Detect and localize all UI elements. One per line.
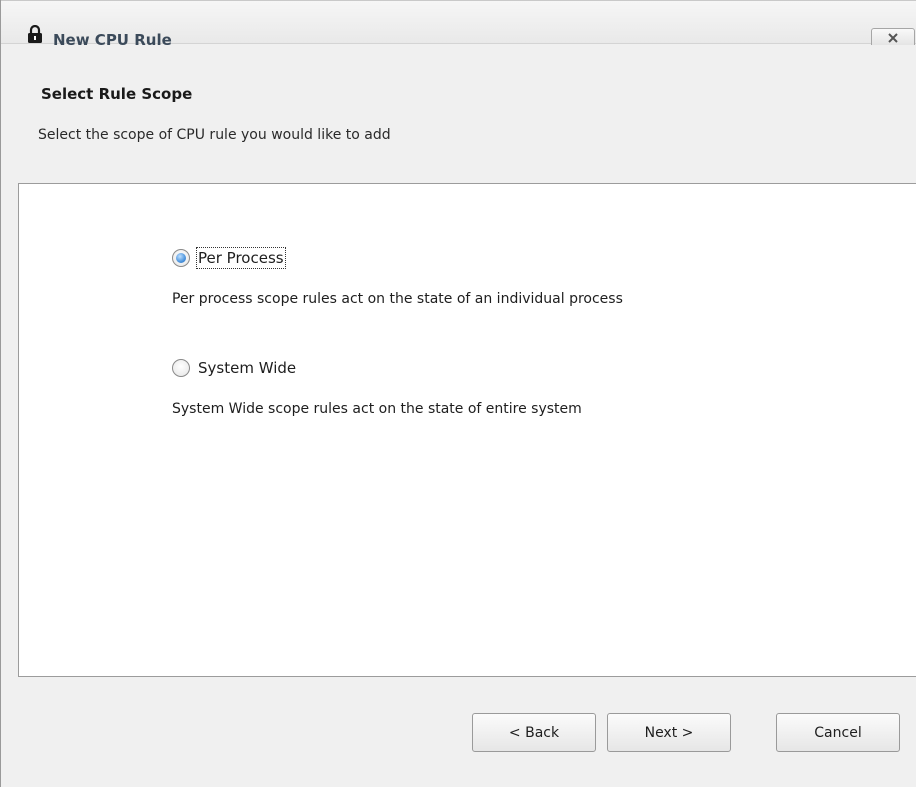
page-title: Select Rule Scope: [41, 85, 193, 103]
system-wide-description: System Wide scope rules act on the state…: [172, 401, 582, 417]
title-bar[interactable]: New CPU Rule: [1, 0, 916, 49]
dialog-window: New CPU Rule Select Rule Scope Select th…: [0, 0, 916, 787]
system-wide-radio[interactable]: System Wide: [172, 359, 296, 377]
back-button[interactable]: < Back: [472, 713, 596, 752]
per-process-label[interactable]: Per Process: [196, 247, 286, 269]
page-subtitle: Select the scope of CPU rule you would l…: [38, 127, 391, 143]
radio-button-selected[interactable]: [172, 249, 190, 267]
system-wide-label[interactable]: System Wide: [198, 359, 296, 377]
cancel-button[interactable]: Cancel: [776, 713, 900, 752]
radio-button-unselected[interactable]: [172, 359, 190, 377]
per-process-description: Per process scope rules act on the state…: [172, 291, 623, 307]
per-process-radio[interactable]: Per Process: [172, 247, 286, 269]
close-icon: [888, 33, 898, 43]
radio-dot: [176, 253, 186, 263]
content-panel: Per Process Per process scope rules act …: [18, 183, 916, 677]
lock-icon: [28, 25, 42, 43]
wizard-header: Select Rule Scope Select the scope of CP…: [1, 45, 916, 183]
next-button[interactable]: Next >: [607, 713, 731, 752]
